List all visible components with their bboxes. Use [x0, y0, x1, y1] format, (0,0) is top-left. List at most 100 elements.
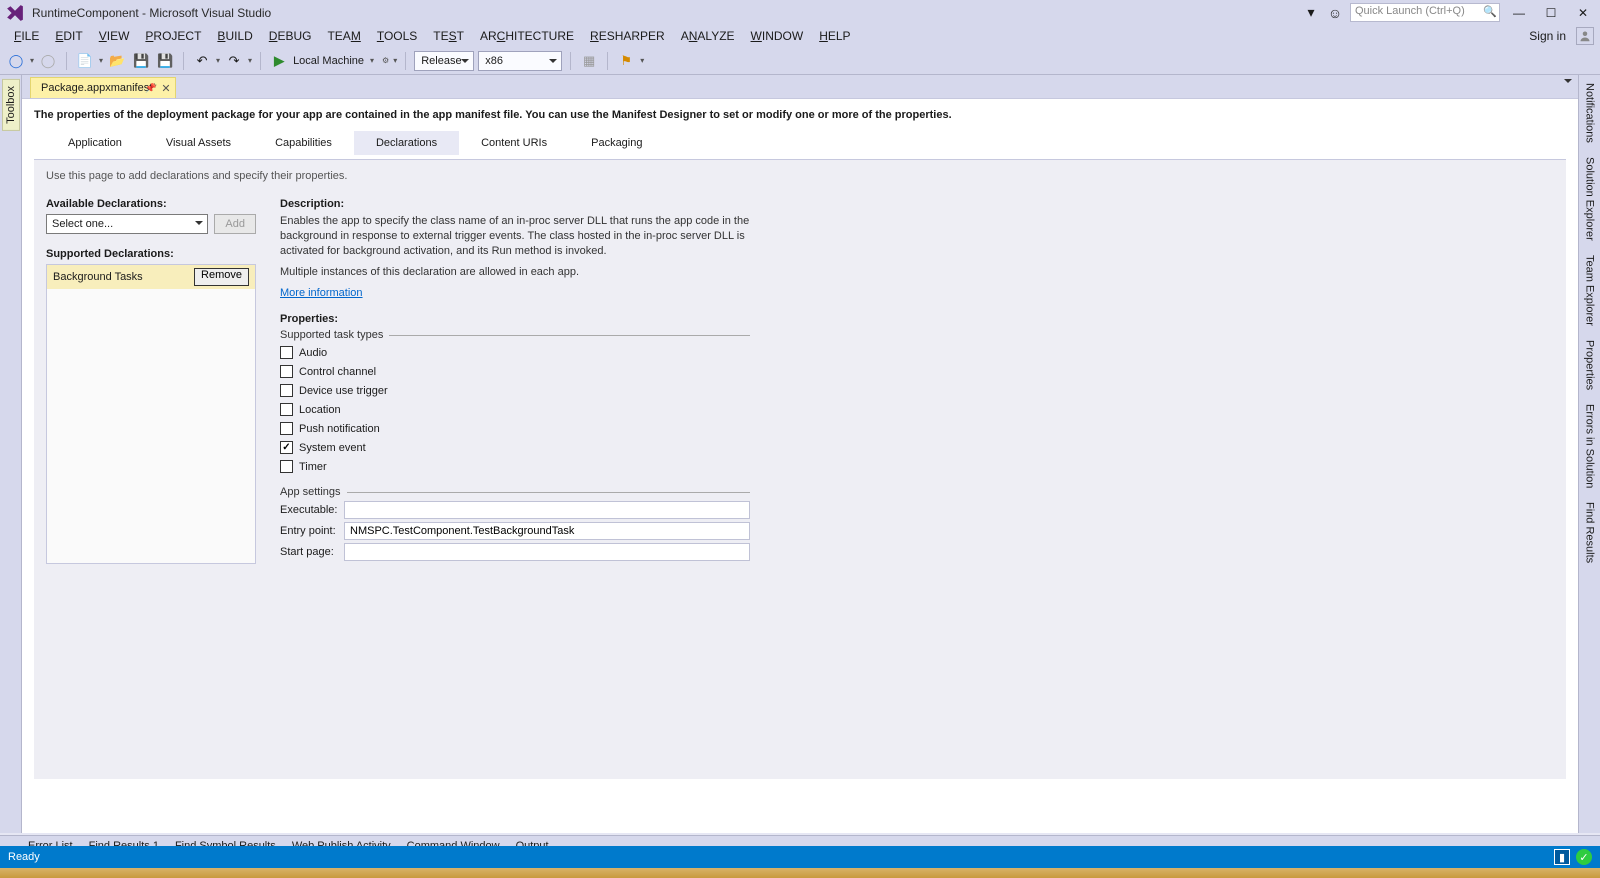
menu-project[interactable]: PROJECT [137, 26, 209, 46]
menu-file[interactable]: FILE [6, 26, 47, 46]
menu-debug[interactable]: DEBUG [261, 26, 320, 46]
task-type-checkbox[interactable] [280, 422, 293, 435]
supported-declarations-list: Background Tasks Remove [46, 264, 256, 564]
signin-link[interactable]: Sign in [1529, 29, 1566, 43]
nav-fwd-icon[interactable]: ◯ [38, 51, 58, 71]
menu-test[interactable]: TEST [425, 26, 472, 46]
status-ok-icon[interactable]: ✓ [1576, 849, 1592, 865]
new-item-icon[interactable]: 📄 [75, 51, 95, 71]
quick-launch-input[interactable]: Quick Launch (Ctrl+Q) [1350, 3, 1500, 22]
rail-find-results[interactable]: Find Results [1582, 496, 1598, 569]
description-label: Description: [280, 198, 750, 210]
feedback-smile-icon[interactable]: ☺ [1326, 4, 1344, 22]
taskbar-sliver [0, 868, 1600, 878]
declaration-item-background-tasks[interactable]: Background Tasks Remove [47, 265, 255, 289]
available-declarations-label: Available Declarations: [46, 198, 256, 210]
restore-button[interactable]: ☐ [1538, 3, 1564, 23]
platform-dropdown[interactable]: x86 [478, 51, 562, 71]
tab-content-uris[interactable]: Content URIs [459, 131, 569, 155]
task-type-row: Device use trigger [280, 381, 750, 400]
save-all-icon[interactable]: 💾 [155, 51, 175, 71]
tab-visual-assets[interactable]: Visual Assets [144, 131, 253, 155]
task-type-checkbox[interactable] [280, 403, 293, 416]
description-text: Enables the app to specify the class nam… [280, 214, 750, 259]
available-declarations-select[interactable]: Select one... [46, 214, 208, 234]
start-debug-icon[interactable]: ▶ [269, 51, 289, 71]
separator [183, 52, 184, 70]
executable-input[interactable] [344, 501, 750, 519]
document-tab-manifest[interactable]: Package.appxmanifest* 📌 ✕ [30, 77, 176, 98]
tab-packaging[interactable]: Packaging [569, 131, 664, 155]
separator [607, 52, 608, 70]
entry-point-input[interactable] [344, 522, 750, 540]
menu-view[interactable]: VIEW [91, 26, 138, 46]
task-type-checkbox[interactable] [280, 384, 293, 397]
status-badge-icon[interactable]: ▮ [1554, 849, 1570, 865]
toolbox-tab[interactable]: Toolbox [2, 79, 20, 131]
supported-declarations-label: Supported Declarations: [46, 248, 256, 260]
task-type-checkbox[interactable] [280, 441, 293, 454]
app-settings-header: App settings [280, 486, 750, 498]
supported-task-types-header: Supported task types [280, 329, 750, 341]
nav-back-icon[interactable]: ◯ [6, 51, 26, 71]
tab-overflow-icon[interactable] [1564, 79, 1572, 87]
task-type-checkbox[interactable] [280, 346, 293, 359]
rail-solution-explorer[interactable]: Solution Explorer [1582, 151, 1598, 247]
open-icon[interactable]: 📂 [107, 51, 127, 71]
description-text-2: Multiple instances of this declaration a… [280, 265, 750, 280]
close-button[interactable]: ✕ [1570, 3, 1596, 23]
rail-errors[interactable]: Errors in Solution [1582, 398, 1598, 494]
resharper-icon[interactable]: ⚑ [616, 51, 636, 71]
minimize-button[interactable]: — [1506, 3, 1532, 23]
tab-application[interactable]: Application [46, 131, 144, 155]
undo-icon[interactable]: ↶ [192, 51, 212, 71]
menu-resharper[interactable]: RESHARPER [582, 26, 673, 46]
more-information-link[interactable]: More information [280, 287, 363, 299]
titlebar: RuntimeComponent - Microsoft Visual Stud… [0, 0, 1600, 25]
task-type-checkbox[interactable] [280, 460, 293, 473]
document-tabs: Package.appxmanifest* 📌 ✕ [22, 75, 1578, 98]
menu-tools[interactable]: TOOLS [369, 26, 425, 46]
menu-help[interactable]: HELP [811, 26, 858, 46]
document-tab-label: Package.appxmanifest* [41, 82, 157, 94]
task-type-label: Audio [299, 347, 327, 359]
vs-logo-icon [6, 4, 24, 22]
manifest-tabs: Application Visual Assets Capabilities D… [46, 131, 1566, 155]
config-dropdown[interactable]: Release [414, 51, 474, 71]
separator [260, 52, 261, 70]
remove-declaration-button[interactable]: Remove [194, 268, 249, 286]
task-type-row: Timer [280, 457, 750, 476]
status-text: Ready [8, 851, 40, 863]
menu-window[interactable]: WINDOW [743, 26, 812, 46]
right-rail: Notifications Solution Explorer Team Exp… [1578, 75, 1600, 833]
run-target-dropdown[interactable]: Local Machine [293, 55, 366, 67]
task-type-checkbox[interactable] [280, 365, 293, 378]
task-type-row: System event [280, 438, 750, 457]
feedback-filter-icon[interactable]: ▾ [1302, 4, 1320, 22]
menu-analyze[interactable]: ANALYZE [673, 26, 743, 46]
add-declaration-button[interactable]: Add [214, 214, 256, 234]
save-icon[interactable]: 💾 [131, 51, 151, 71]
menu-team[interactable]: TEAM [319, 26, 368, 46]
properties-label: Properties: [280, 313, 750, 325]
menu-architecture[interactable]: ARCHITECTURE [472, 26, 582, 46]
rail-properties[interactable]: Properties [1582, 334, 1598, 396]
redo-icon[interactable]: ↷ [224, 51, 244, 71]
declaration-item-label: Background Tasks [53, 271, 143, 283]
tab-declarations[interactable]: Declarations [354, 131, 459, 155]
tab-capabilities[interactable]: Capabilities [253, 131, 354, 155]
rail-notifications[interactable]: Notifications [1582, 77, 1598, 149]
left-rail: Toolbox [0, 75, 22, 833]
menu-edit[interactable]: EDIT [47, 26, 90, 46]
menu-build[interactable]: BUILD [209, 26, 260, 46]
task-type-label: Push notification [299, 423, 380, 435]
toolbox-icon[interactable]: ▦ [579, 51, 599, 71]
start-page-label: Start page: [280, 546, 336, 558]
tab-close-icon[interactable]: ✕ [161, 82, 170, 95]
rail-team-explorer[interactable]: Team Explorer [1582, 249, 1598, 332]
task-type-row: Control channel [280, 362, 750, 381]
user-avatar-icon[interactable] [1576, 27, 1594, 45]
window-title: RuntimeComponent - Microsoft Visual Stud… [32, 6, 1302, 20]
pin-icon[interactable]: 📌 [145, 83, 156, 94]
start-page-input[interactable] [344, 543, 750, 561]
